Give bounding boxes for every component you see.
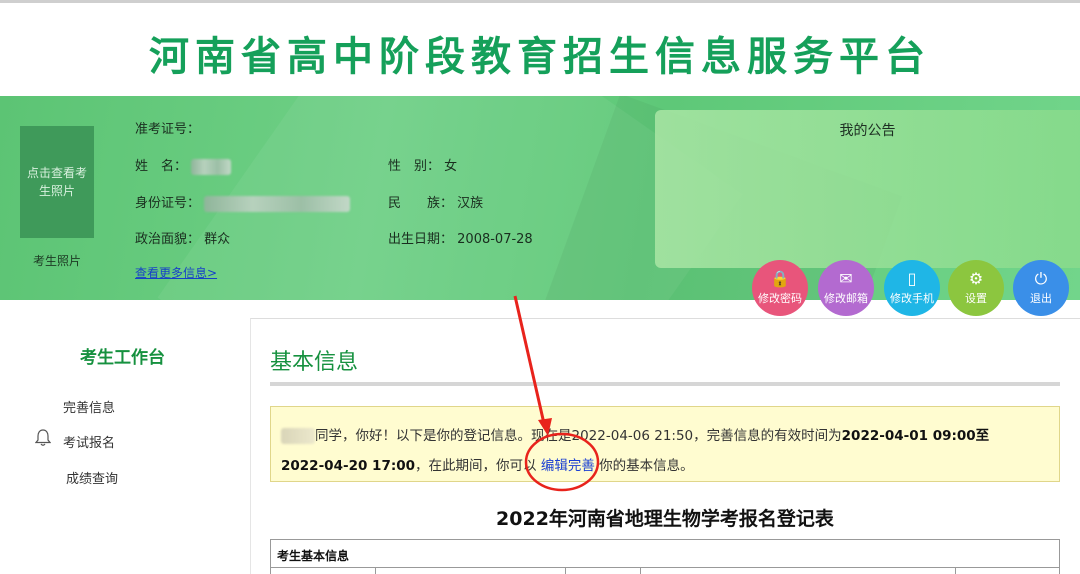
politics-label: 政治面貌：	[135, 232, 201, 247]
alert-start-time: 2022-04-01 09:00至	[841, 428, 990, 444]
bell-icon	[34, 429, 53, 447]
registration-table: 考生基本信息	[270, 539, 1060, 574]
lock-button[interactable]: 🔒 修改密码	[752, 260, 808, 316]
birth-row: 出生日期： 2008-07-28	[388, 228, 533, 247]
table-row	[271, 568, 1059, 574]
student-photo[interactable]: 点击查看考生照片	[20, 126, 94, 238]
lock-icon: 🔒	[770, 269, 790, 288]
sidebar-item-complete-info[interactable]: 完善信息	[63, 397, 115, 416]
sidebar-title: 考生工作台	[80, 348, 165, 368]
table-cell	[271, 568, 376, 574]
alert-tail-text: 你的基本信息。	[599, 458, 694, 474]
name-label: 姓 名：	[135, 159, 188, 174]
alert-greeting: 同学，你好！以下是你的登记信息。现在是2022-04-06 21:50，完善信息…	[315, 428, 842, 444]
divider	[270, 382, 1060, 386]
id-row: 身份证号：	[135, 192, 351, 212]
ethnicity-value: 汉族	[457, 196, 484, 211]
sidebar-item-score-query[interactable]: 成绩查询	[66, 468, 118, 487]
info-alert: 同学，你好！以下是你的登记信息。现在是2022-04-06 21:50，完善信息…	[270, 406, 1060, 482]
action-label: 退出	[1030, 292, 1052, 305]
id-redacted	[204, 195, 351, 212]
form-title: 2022年河南省地理生物学考报名登记表	[496, 508, 834, 530]
table-cell	[566, 568, 641, 574]
action-label: 修改手机	[890, 292, 934, 305]
top-border	[0, 0, 1080, 3]
student-name-redacted	[281, 428, 315, 444]
name-row: 姓 名：	[135, 155, 232, 175]
id-label: 身份证号：	[135, 196, 201, 211]
phone-button[interactable]: ▯ 修改手机	[884, 260, 940, 316]
birth-value: 2008-07-28	[457, 232, 533, 247]
ticket-number-row: 准考证号：	[135, 118, 200, 137]
action-label: 设置	[965, 292, 987, 305]
sidebar-item-exam-registration[interactable]: 考试报名	[63, 432, 115, 451]
more-info-link[interactable]: 查看更多信息>	[135, 264, 217, 281]
table-cell	[641, 568, 956, 574]
site-title: 河南省高中阶段教育招生信息服务平台	[149, 34, 931, 80]
alert-end-time: 2022-04-20 17:00	[281, 458, 416, 474]
action-label: 修改邮箱	[824, 292, 868, 305]
ticket-number-label: 准考证号：	[135, 122, 201, 137]
gender-row: 性 别： 女	[388, 155, 457, 174]
gear-icon: ⚙	[968, 269, 984, 288]
gender-value: 女	[444, 159, 458, 174]
name-redacted	[191, 158, 232, 175]
ethnicity-label: 民 族：	[388, 196, 454, 211]
politics-value: 群众	[204, 232, 231, 247]
politics-row: 政治面貌： 群众	[135, 228, 230, 247]
notice-panel: 我的公告	[655, 110, 1080, 268]
mail-button[interactable]: ✉ 修改邮箱	[818, 260, 874, 316]
alert-middle-text: ，在此期间，你可以	[415, 458, 537, 474]
power-button[interactable]: ⏻ 退出	[1013, 260, 1069, 316]
photo-caption: 考生照片	[32, 254, 81, 268]
mail-icon: ✉	[839, 269, 853, 288]
gender-label: 性 别：	[388, 159, 441, 174]
gear-button[interactable]: ⚙ 设置	[948, 260, 1004, 316]
power-icon: ⏻	[1034, 269, 1048, 288]
table-section-header: 考生基本信息	[271, 540, 1059, 568]
ethnicity-row: 民 族： 汉族	[388, 192, 483, 211]
action-label: 修改密码	[758, 292, 802, 305]
content-title: 基本信息	[270, 350, 359, 375]
edit-info-link[interactable]: 编辑完善	[541, 458, 595, 474]
phone-icon: ▯	[907, 269, 917, 288]
notice-title: 我的公告	[839, 123, 896, 139]
table-cell	[376, 568, 566, 574]
birth-label: 出生日期：	[388, 232, 454, 247]
